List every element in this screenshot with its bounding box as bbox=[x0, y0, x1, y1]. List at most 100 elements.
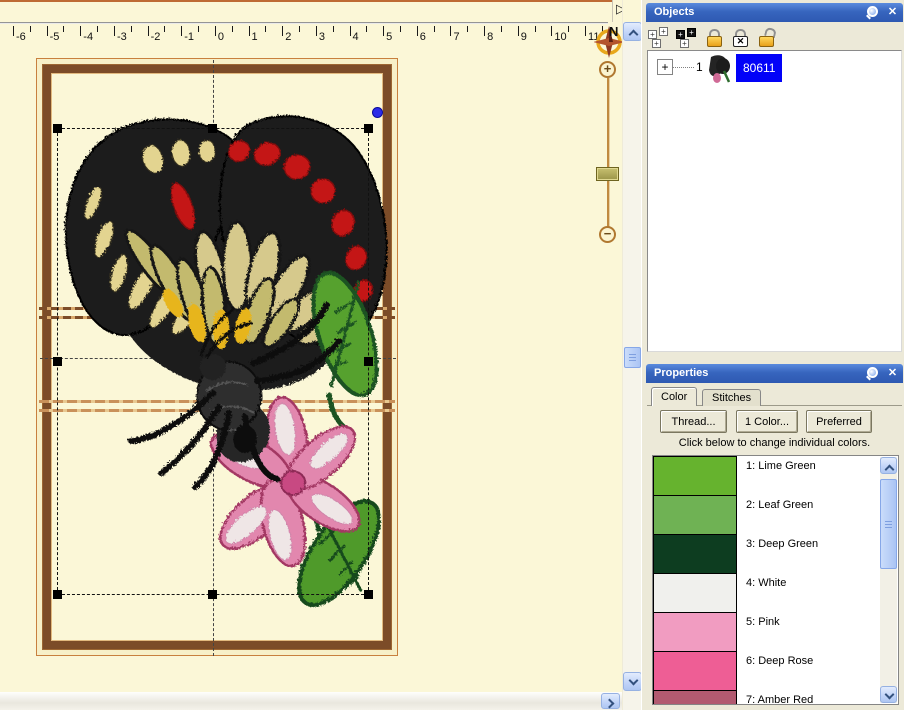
selection-handle-bottom-right[interactable] bbox=[364, 590, 373, 599]
selection-handle-middle-left[interactable] bbox=[53, 357, 62, 366]
expand-node-button[interactable]: + bbox=[657, 59, 673, 75]
color-row[interactable]: 3: Deep Green bbox=[653, 534, 898, 573]
color-swatch[interactable] bbox=[653, 495, 737, 535]
unlock-icon[interactable] bbox=[756, 27, 778, 49]
selection-handle-bottom-left[interactable] bbox=[53, 590, 62, 599]
magnifier-icon[interactable] bbox=[867, 367, 878, 378]
vertical-scroll-thumb[interactable] bbox=[624, 347, 641, 368]
tab-color[interactable]: Color bbox=[651, 387, 697, 406]
plus-box-icon: + bbox=[687, 28, 696, 37]
ruler-tick bbox=[114, 26, 115, 36]
color-label: 5: Pink bbox=[746, 616, 780, 628]
scroll-up-button[interactable] bbox=[880, 457, 897, 474]
chevron-down-icon bbox=[629, 676, 639, 686]
color-swatch[interactable] bbox=[653, 573, 737, 613]
color-swatch[interactable] bbox=[653, 612, 737, 652]
lock-icon[interactable] bbox=[704, 27, 726, 49]
color-row[interactable]: 7: Amber Red bbox=[653, 690, 898, 705]
multi-select-filled-icon[interactable]: + + + bbox=[676, 27, 698, 49]
color-label: 4: White bbox=[746, 577, 786, 589]
zoom-slider-track[interactable] bbox=[607, 78, 609, 230]
color-label: 6: Deep Rose bbox=[746, 655, 813, 667]
color-scroll-thumb[interactable] bbox=[880, 479, 897, 569]
color-row[interactable]: 2: Leaf Green bbox=[653, 495, 898, 534]
chevron-up-icon bbox=[885, 465, 895, 475]
thread-button[interactable]: Thread... bbox=[660, 410, 727, 433]
selection-handle-top-middle[interactable] bbox=[208, 124, 217, 133]
color-label: 3: Deep Green bbox=[746, 538, 818, 550]
horizontal-scrollbar[interactable] bbox=[0, 692, 622, 710]
lock-x-icon[interactable]: ✕ bbox=[730, 27, 752, 49]
objects-list[interactable]: + 1 80611 bbox=[647, 50, 902, 352]
ruler-label: -1 bbox=[184, 31, 194, 43]
objects-panel-title: Objects bbox=[654, 6, 694, 18]
properties-panel-titlebar[interactable]: Properties ✕ bbox=[646, 364, 903, 383]
color-swatch[interactable] bbox=[653, 651, 737, 691]
ruler-label: 1 bbox=[252, 31, 258, 43]
color-rows: 1: Lime Green2: Leaf Green 3: Deep Green 4… bbox=[653, 456, 898, 705]
scroll-down-button[interactable] bbox=[880, 686, 897, 703]
ruler-minor-tick bbox=[535, 26, 536, 32]
selection-handle-bottom-middle[interactable] bbox=[208, 590, 217, 599]
zoom-slider-handle[interactable] bbox=[596, 167, 619, 181]
object-thumbnail[interactable] bbox=[705, 53, 733, 85]
ruler-minor-tick bbox=[333, 26, 334, 32]
color-swatch[interactable] bbox=[653, 690, 737, 705]
chevron-up-icon bbox=[629, 30, 639, 40]
color-label: 7: Amber Red bbox=[746, 694, 813, 705]
scroll-down-button[interactable] bbox=[623, 672, 642, 691]
tab-stitches[interactable]: Stitches bbox=[702, 389, 761, 406]
ruler-label: 0 bbox=[218, 31, 224, 43]
ruler-tick bbox=[383, 26, 384, 36]
ruler-minor-tick bbox=[131, 26, 132, 32]
ruler-minor-tick bbox=[568, 26, 569, 32]
zoom-in-button[interactable]: + bbox=[599, 61, 616, 78]
lock-body: ✕ bbox=[733, 36, 748, 47]
ruler-label: -4 bbox=[83, 31, 93, 43]
ruler-label: 6 bbox=[420, 31, 426, 43]
ruler-minor-tick bbox=[299, 26, 300, 32]
color-row[interactable]: 5: Pink bbox=[653, 612, 898, 651]
zoom-out-button[interactable]: − bbox=[599, 226, 616, 243]
thread-color-list[interactable]: 1: Lime Green2: Leaf Green 3: Deep Green 4… bbox=[652, 455, 899, 705]
ruler-minor-tick bbox=[97, 26, 98, 32]
ruler-edge bbox=[0, 22, 608, 24]
lock-body bbox=[759, 36, 774, 47]
color-swatch[interactable] bbox=[653, 456, 737, 496]
ruler-minor-tick bbox=[30, 26, 31, 32]
multi-select-icon[interactable]: + + + bbox=[648, 27, 670, 49]
ruler-tick bbox=[417, 26, 418, 36]
rotation-handle[interactable] bbox=[372, 107, 383, 118]
close-icon[interactable]: ✕ bbox=[886, 367, 899, 380]
ruler-tick bbox=[350, 26, 351, 36]
plus-box-icon: + bbox=[648, 30, 657, 39]
objects-panel-titlebar[interactable]: Objects ✕ bbox=[646, 3, 903, 22]
object-id-label[interactable]: 80611 bbox=[736, 54, 782, 82]
color-row[interactable]: 6: Deep Rose bbox=[653, 651, 898, 690]
selection-handle-middle-right[interactable] bbox=[364, 357, 373, 366]
ruler-label: 9 bbox=[521, 31, 527, 43]
ruler-tick bbox=[47, 26, 48, 36]
preferred-button[interactable]: Preferred bbox=[806, 410, 872, 433]
ruler-minor-tick bbox=[467, 26, 468, 32]
one-color-button[interactable]: 1 Color... bbox=[736, 410, 798, 433]
selection-handle-top-right[interactable] bbox=[364, 124, 373, 133]
selection-marquee[interactable] bbox=[57, 128, 369, 595]
scroll-up-button[interactable] bbox=[623, 22, 642, 41]
design-canvas[interactable]: ▷ -6-5-4-3-2-101234567891011 bbox=[0, 0, 622, 710]
ruler-label: 5 bbox=[386, 31, 392, 43]
color-row[interactable]: 1: Lime Green bbox=[653, 456, 898, 495]
ruler-tick bbox=[585, 26, 586, 36]
lock-body bbox=[707, 36, 722, 47]
close-icon[interactable]: ✕ bbox=[886, 6, 899, 19]
color-list-scrollbar[interactable] bbox=[880, 457, 897, 703]
magnifier-icon[interactable] bbox=[867, 6, 878, 17]
chevron-down-icon bbox=[885, 690, 895, 700]
vertical-scrollbar[interactable] bbox=[622, 0, 641, 710]
ruler-label: 8 bbox=[487, 31, 493, 43]
ruler-minor-tick bbox=[434, 26, 435, 32]
color-swatch[interactable] bbox=[653, 534, 737, 574]
selection-handle-top-left[interactable] bbox=[53, 124, 62, 133]
color-row[interactable]: 4: White bbox=[653, 573, 898, 612]
scroll-right-button[interactable] bbox=[601, 693, 620, 709]
